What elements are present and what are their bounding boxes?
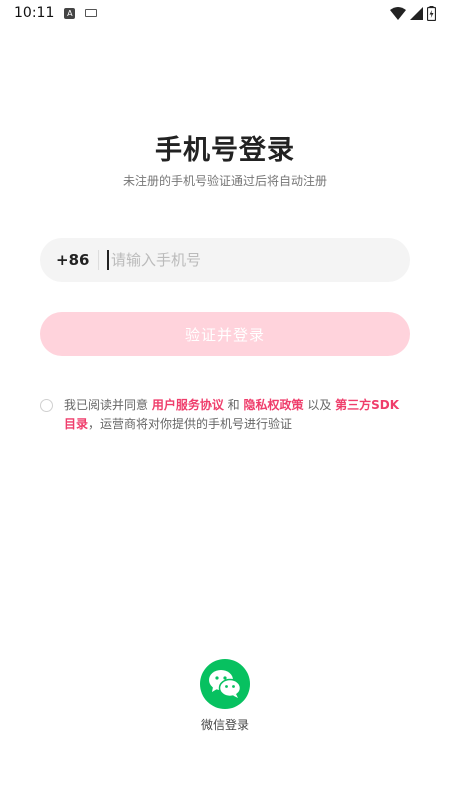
battery-charging-icon [427, 5, 436, 21]
status-right [390, 5, 436, 21]
wechat-login-label: 微信登录 [200, 718, 249, 732]
agreement-row: 我已阅读并同意 用户服务协议 和 隐私权政策 以及 第三方SDK目录，运营商将对… [40, 396, 410, 434]
input-divider [98, 250, 99, 270]
wifi-icon [390, 6, 406, 20]
privacy-policy-link[interactable]: 隐私权政策 [243, 398, 303, 412]
agreement-prefix: 我已阅读并同意 [64, 398, 152, 412]
wechat-login-button[interactable] [200, 659, 250, 709]
agreement-and: 和 [223, 398, 244, 412]
signal-icon [410, 6, 423, 20]
page-title: 手机号登录 [155, 135, 295, 166]
phone-number-input[interactable] [111, 251, 371, 269]
user-agreement-link[interactable]: 用户服务协议 [152, 398, 224, 412]
notification-a-icon: A [64, 7, 76, 19]
status-time: 10:11 [14, 5, 55, 21]
agreement-checkbox[interactable] [40, 399, 53, 412]
agreement-and2: 以及 [303, 398, 336, 412]
keyboard-icon [85, 9, 98, 17]
text-caret [107, 250, 109, 270]
status-left: 10:11 A [14, 5, 98, 21]
page-subtitle: 未注册的手机号验证通过后将自动注册 [122, 174, 327, 188]
agreement-text: 我已阅读并同意 用户服务协议 和 隐私权政策 以及 第三方SDK目录，运营商将对… [64, 396, 410, 434]
agreement-suffix: ，运营商将对你提供的手机号进行验证 [88, 417, 293, 431]
phone-input-container[interactable]: +86 [40, 238, 410, 282]
verify-login-button[interactable]: 验证并登录 [40, 312, 410, 356]
country-code-selector[interactable]: +86 [56, 251, 94, 269]
status-bar: 10:11 A [0, 0, 450, 26]
wechat-icon [209, 670, 242, 698]
